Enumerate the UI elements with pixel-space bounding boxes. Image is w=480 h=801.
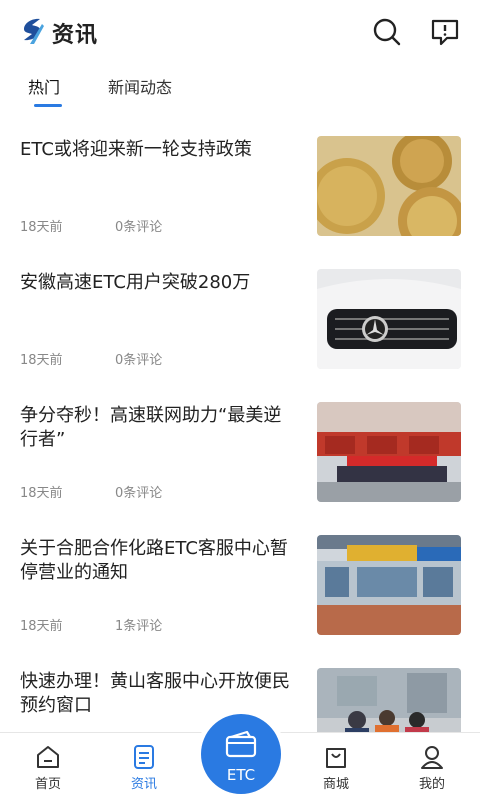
news-item[interactable]: 安徽高速ETC用户突破280万 18天前 0条评论	[0, 269, 480, 369]
news-thumbnail[interactable]	[317, 402, 461, 502]
news-item[interactable]: 关于合肥合作化路ETC客服中心暂停营业的通知 18天前 1条评论	[0, 535, 480, 635]
news-comments: 0条评论	[115, 220, 163, 235]
news-thumbnail[interactable]	[317, 136, 461, 236]
news-time: 18天前	[20, 220, 63, 235]
news-title[interactable]: 关于合肥合作化路ETC客服中心暂停营业的通知	[20, 537, 290, 585]
nav-etc-button[interactable]: ETC	[201, 714, 281, 794]
tab-news[interactable]: 新闻动态	[108, 74, 172, 98]
header: 资讯	[0, 0, 480, 64]
news-icon	[134, 745, 154, 769]
nav-home-label: 首页	[34, 777, 61, 792]
news-comments: 0条评论	[115, 353, 163, 368]
news-title[interactable]: ETC或将迎来新一轮支持政策	[20, 138, 290, 162]
tab-bar: 热门 新闻动态	[0, 64, 480, 110]
user-icon	[421, 746, 443, 769]
news-meta: 18天前 0条评论	[20, 349, 162, 368]
message-icon[interactable]	[429, 16, 461, 48]
news-meta: 18天前 0条评论	[20, 482, 162, 501]
news-time: 18天前	[20, 619, 63, 634]
news-thumbnail[interactable]	[317, 269, 461, 369]
nav-mine-label: 我的	[418, 777, 445, 792]
nav-mine[interactable]: 我的	[402, 743, 462, 799]
news-comments: 0条评论	[115, 486, 163, 501]
news-title[interactable]: 安徽高速ETC用户突破280万	[20, 271, 290, 295]
card-icon	[225, 730, 257, 758]
news-meta: 18天前 0条评论	[20, 216, 162, 235]
news-comments: 1条评论	[115, 619, 163, 634]
tab-hot[interactable]: 热门	[28, 74, 60, 98]
search-icon[interactable]	[371, 16, 403, 48]
news-item[interactable]: 争分夺秒！高速联网助力“最美逆行者” 18天前 0条评论	[0, 402, 480, 502]
news-title[interactable]: 快速办理！黄山客服中心开放便民预约窗口	[20, 670, 290, 718]
page-title: 资讯	[52, 23, 99, 48]
app-logo-icon	[24, 18, 44, 44]
nav-shop-label: 商城	[322, 777, 349, 792]
nav-news[interactable]: 资讯	[114, 743, 174, 799]
news-meta: 18天前 1条评论	[20, 615, 162, 634]
news-thumbnail[interactable]	[317, 535, 461, 635]
nav-home[interactable]: 首页	[18, 743, 78, 799]
news-time: 18天前	[20, 486, 63, 501]
news-item[interactable]: ETC或将迎来新一轮支持政策 18天前 0条评论	[0, 136, 480, 236]
tab-indicator	[34, 104, 62, 107]
news-title[interactable]: 争分夺秒！高速联网助力“最美逆行者”	[20, 404, 290, 452]
nav-etc-label: ETC	[226, 766, 256, 784]
news-time: 18天前	[20, 353, 63, 368]
home-icon	[37, 746, 59, 768]
nav-news-label: 资讯	[130, 777, 157, 792]
shop-icon	[326, 748, 346, 768]
nav-shop[interactable]: 商城	[306, 743, 366, 799]
